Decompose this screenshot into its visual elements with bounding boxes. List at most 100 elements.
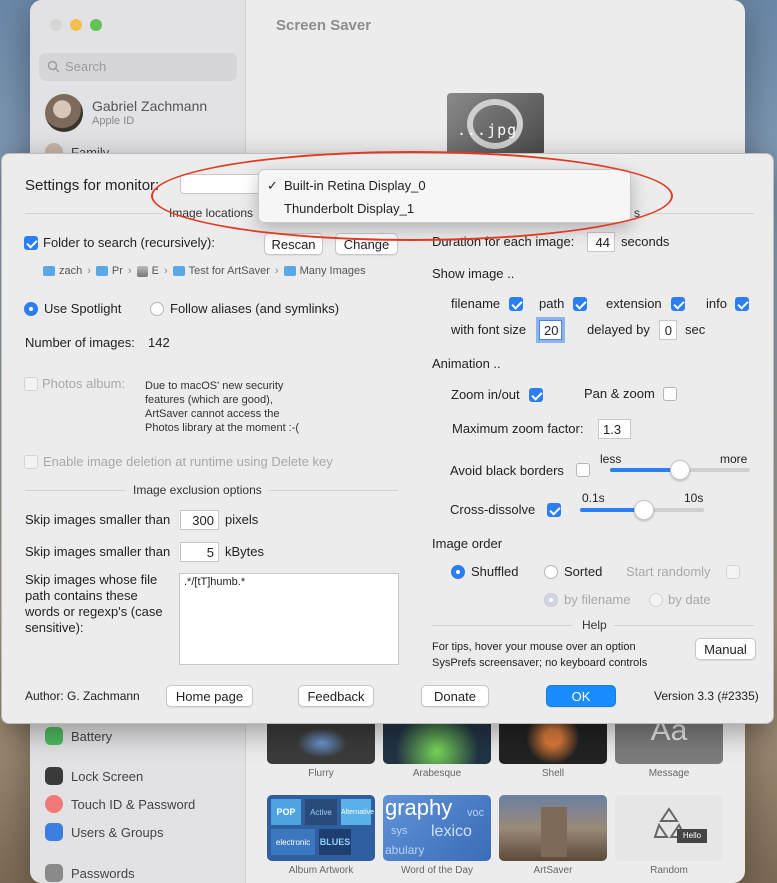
word-thumb-text: abulary <box>385 843 425 857</box>
path-segment-label: Pr <box>111 265 123 277</box>
by-date-radio[interactable] <box>649 593 663 607</box>
use-spotlight-radio[interactable] <box>24 302 38 316</box>
by-filename-radio[interactable] <box>544 593 558 607</box>
avatar[interactable] <box>45 94 83 132</box>
help-header: Help <box>582 618 607 632</box>
change-button[interactable]: Change <box>335 233 398 255</box>
album-word: BLUES <box>319 829 351 855</box>
preview-text: ...jpg <box>457 121 518 139</box>
album-word: Active <box>305 799 337 825</box>
photos-note-line: Photos library at the moment :-( <box>145 422 300 434</box>
slider-less-label: less <box>600 452 622 466</box>
thumb-album-artwork[interactable]: POP Active electronic BLUES Alternative <box>267 795 375 861</box>
zoom-in-out-checkbox[interactable] <box>529 388 543 402</box>
extension-checkbox[interactable] <box>671 297 685 311</box>
album-word: electronic <box>271 829 315 855</box>
search-input[interactable]: Search <box>39 53 237 81</box>
thumb-label-arabesque: Arabesque <box>412 768 462 779</box>
monitor-select[interactable] <box>180 174 262 194</box>
duration-field[interactable]: 44 <box>587 232 615 252</box>
thumb-artsaver[interactable] <box>499 795 607 861</box>
font-size-field[interactable]: 20 <box>536 317 565 343</box>
use-spotlight-label: Use Spotlight <box>44 301 122 316</box>
path-segment[interactable]: Pr <box>95 265 123 277</box>
zoom-window-button[interactable] <box>90 19 102 31</box>
path-control[interactable]: zach › Pr › E › Test for ArtSaver › Many… <box>43 265 366 277</box>
path-segment-label: Many Images <box>299 265 366 277</box>
number-of-images-label: Number of images: <box>25 335 135 350</box>
enable-deletion-label: Enable image deletion at runtime using D… <box>43 454 333 469</box>
shuffled-radio[interactable] <box>451 565 465 579</box>
path-segment[interactable]: Test for ArtSaver <box>172 265 270 277</box>
path-segment[interactable]: Many Images <box>283 265 366 277</box>
home-page-button[interactable]: Home page <box>166 685 253 707</box>
battery-icon <box>45 727 63 745</box>
author-label: Author: G. Zachmann <box>25 689 140 703</box>
sidebar-item-label: Touch ID & Password <box>71 796 196 812</box>
minimize-window-button[interactable] <box>70 19 82 31</box>
path-segment-label: E <box>151 265 159 277</box>
skip-kbytes-field[interactable]: 5 <box>180 542 219 562</box>
skip-regex-textarea[interactable]: .*/[tT]humb.* <box>179 573 399 665</box>
show-image-label: Show image .. <box>432 266 515 281</box>
follow-aliases-label: Follow aliases (and symlinks) <box>170 301 340 316</box>
slider-more-label: more <box>720 452 748 466</box>
skip-pixels-field[interactable]: 300 <box>180 510 219 530</box>
path-segment[interactable]: E <box>136 265 159 277</box>
sorted-radio[interactable] <box>544 565 558 579</box>
cross-dissolve-slider[interactable] <box>580 500 704 520</box>
rescan-button[interactable]: Rescan <box>264 233 323 255</box>
photos-note: Due to macOS' new security features (whi… <box>145 379 299 435</box>
path-label: path <box>539 296 565 311</box>
sidebar-item-touch-id[interactable]: Touch ID & Password <box>45 795 195 813</box>
skip-regex-line: words or regexp's (case <box>25 604 163 619</box>
chevron-right-icon: › <box>127 265 132 277</box>
sidebar-item-lock-screen[interactable]: Lock Screen <box>45 767 143 785</box>
thumb-label-shell: Shell <box>541 768 565 779</box>
feedback-button[interactable]: Feedback <box>298 685 374 707</box>
animation-label: Animation .. <box>432 356 501 371</box>
start-randomly-checkbox[interactable] <box>726 565 740 579</box>
photos-album-checkbox[interactable] <box>24 377 38 391</box>
menu-item-builtin-display[interactable]: Built-in Retina Display_0 <box>284 178 426 193</box>
word-thumb-text: lexico <box>431 823 472 840</box>
max-zoom-field[interactable]: 1.3 <box>598 419 631 439</box>
slider-knob[interactable] <box>670 460 690 480</box>
thumb-label-artsaver: ArtSaver <box>533 865 573 876</box>
sidebar-item-label: Users & Groups <box>71 824 164 840</box>
cross-dissolve-label: Cross-dissolve <box>450 502 536 517</box>
cross-dissolve-checkbox[interactable] <box>547 503 561 517</box>
sidebar-item-battery[interactable]: Battery <box>45 727 112 745</box>
thumb-label-album-artwork: Album Artwork <box>288 865 354 876</box>
filename-checkbox[interactable] <box>509 297 523 311</box>
user-name[interactable]: Gabriel Zachmann <box>92 98 207 114</box>
thumb-random[interactable]: Hello <box>615 795 723 861</box>
sidebar-item-passwords[interactable]: Passwords <box>45 864 135 882</box>
divider <box>268 490 398 491</box>
avoid-black-borders-checkbox[interactable] <box>576 463 590 477</box>
close-window-button[interactable] <box>50 19 62 31</box>
folder-to-search-checkbox[interactable] <box>24 236 38 250</box>
menu-item-thunderbolt-display[interactable]: Thunderbolt Display_1 <box>284 201 414 216</box>
pan-zoom-checkbox[interactable] <box>663 387 677 401</box>
window-title: Screen Saver <box>276 17 372 34</box>
slider-knob[interactable] <box>634 500 654 520</box>
skip-regex-label: Skip images whose file path contains the… <box>25 572 163 636</box>
max-zoom-label: Maximum zoom factor: <box>452 421 584 436</box>
folder-icon <box>43 266 55 276</box>
thumb-word-of-the-day[interactable]: graphy lexico abulary voc sys <box>383 795 491 861</box>
delayed-by-field[interactable]: 0 <box>659 320 677 340</box>
follow-aliases-radio[interactable] <box>150 302 164 316</box>
info-checkbox[interactable] <box>735 297 749 311</box>
donate-button[interactable]: Donate <box>421 685 489 707</box>
manual-button[interactable]: Manual <box>695 638 756 660</box>
delayed-by-label: delayed by <box>587 322 650 337</box>
avoid-borders-slider[interactable] <box>610 460 750 480</box>
ok-button[interactable]: OK <box>546 685 616 707</box>
sidebar-item-users-groups[interactable]: Users & Groups <box>45 823 163 841</box>
path-checkbox[interactable] <box>573 297 587 311</box>
thumb-label-flurry: Flurry <box>308 768 334 779</box>
enable-deletion-checkbox[interactable] <box>24 455 38 469</box>
key-icon <box>45 864 63 882</box>
path-segment[interactable]: zach <box>43 265 82 277</box>
